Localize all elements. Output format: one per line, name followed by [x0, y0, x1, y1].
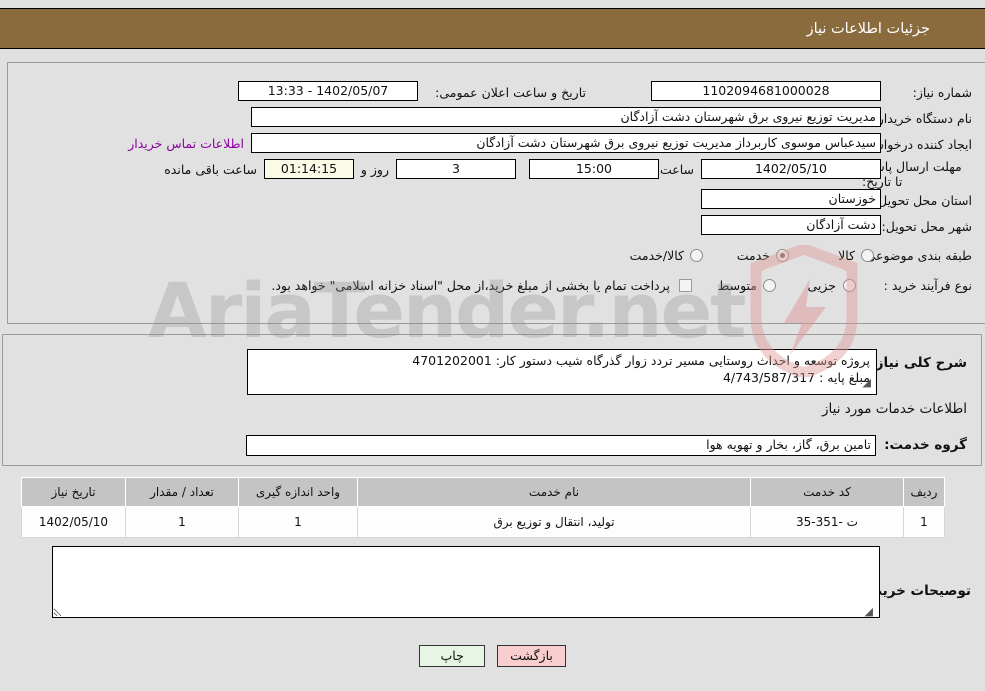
service-group-value: تامین برق، گاز، بخار و تهویه هوا [246, 435, 876, 456]
services-table-wrapper: ردیف کد خدمت نام خدمت واحد اندازه گیری ت… [21, 477, 945, 538]
city-label: شهر محل تحویل: [881, 219, 972, 234]
resize-grip-icon: ◢ [862, 376, 871, 389]
service-group-label: گروه خدمت: [884, 437, 967, 453]
notes-resize-grip-icon: ◢ [864, 605, 873, 618]
page-header-bar: جزئیات اطلاعات نیاز [0, 8, 985, 49]
radio-category-kala[interactable] [861, 249, 874, 262]
deadline-time-value: 15:00 [529, 159, 659, 179]
th-need-date: تاریخ نیاز [21, 477, 126, 507]
radio-category-kala-label: کالا [838, 248, 855, 263]
province-value: خوزستان [701, 189, 881, 209]
cell-radif: 1 [903, 506, 945, 538]
radio-category-kala-khedmat-label: کالا/خدمت [629, 248, 684, 263]
radio-category-kala-khedmat[interactable] [690, 249, 703, 262]
buyer-contact-link[interactable]: اطلاعات تماس خریدار [128, 136, 244, 151]
table-row: 1 ت -351-35 تولید، انتقال و توزیع برق 1 … [21, 506, 945, 538]
hour-label: ساعت [659, 162, 694, 177]
announce-label: تاریخ و ساعت اعلان عمومی: [435, 85, 586, 100]
description-textarea[interactable] [247, 349, 877, 395]
treasury-docs-checkbox[interactable] [679, 279, 692, 292]
cell-need-date: 1402/05/10 [21, 506, 126, 538]
th-unit: واحد اندازه گیری [238, 477, 358, 507]
need-number-value: 1102094681000028 [651, 81, 881, 101]
th-radif: ردیف [903, 477, 945, 507]
buyer-org-label: نام دستگاه خریدار: [873, 111, 972, 126]
description-label: شرح کلی نیاز; [870, 355, 967, 371]
treasury-docs-label: پرداخت تمام یا بخشی از مبلغ خرید،از محل … [271, 278, 670, 293]
days-remaining-value: 3 [396, 159, 516, 179]
cell-service-code: ت -351-35 [750, 506, 904, 538]
requester-value: سیدعباس موسوی کاربرداز مدیریت توزیع نیرو… [251, 133, 881, 153]
print-button[interactable]: چاپ [419, 645, 486, 667]
back-button[interactable]: بازگشت [497, 645, 566, 667]
general-description-panel: شرح کلی نیاز; ◢ اطلاعات خدمات مورد نیاز … [2, 334, 982, 466]
services-section-heading: اطلاعات خدمات مورد نیاز [822, 401, 967, 417]
deadline-date-value: 1402/05/10 [701, 159, 881, 179]
radio-category-khedmat-label: خدمت [736, 248, 770, 263]
cell-service-name: تولید، انتقال و توزیع برق [357, 506, 751, 538]
province-label: استان محل تحویل: [873, 193, 972, 208]
cell-unit: 1 [238, 506, 358, 538]
buyer-org-value: مدیریت توزیع نیروی برق شهرستان دشت آزادگ… [251, 107, 881, 127]
countdown-timer: 01:14:15 [264, 159, 354, 179]
process-label: نوع فرآیند خرید : [883, 278, 972, 293]
category-label: طبقه بندی موضوعی: [861, 248, 972, 263]
services-table: ردیف کد خدمت نام خدمت واحد اندازه گیری ت… [21, 477, 945, 538]
radio-process-jozii[interactable] [843, 279, 856, 292]
radio-process-motavasset[interactable] [763, 279, 776, 292]
page-title: جزئیات اطلاعات نیاز [806, 20, 930, 37]
footer-actions: بازگشت چاپ [0, 645, 985, 667]
need-number-label: شماره نیاز: [912, 85, 972, 100]
need-details-panel: شماره نیاز: 1102094681000028 تاریخ و ساع… [7, 62, 985, 324]
th-service-code: کد خدمت [750, 477, 904, 507]
countdown-label: ساعت باقی مانده [164, 162, 257, 177]
radio-process-jozii-label: جزیی [807, 278, 836, 293]
city-value: دشت آزادگان [701, 215, 881, 235]
announce-value: 1402/05/07 - 13:33 [238, 81, 418, 101]
days-label: روز و [360, 162, 389, 177]
th-quantity: تعداد / مقدار [125, 477, 239, 507]
table-header-row: ردیف کد خدمت نام خدمت واحد اندازه گیری ت… [21, 477, 945, 507]
buyer-notes-textarea[interactable] [52, 546, 880, 618]
cell-quantity: 1 [125, 506, 239, 538]
th-service-name: نام خدمت [357, 477, 751, 507]
radio-category-khedmat[interactable] [776, 249, 789, 262]
radio-process-motavasset-label: متوسط [717, 278, 757, 293]
